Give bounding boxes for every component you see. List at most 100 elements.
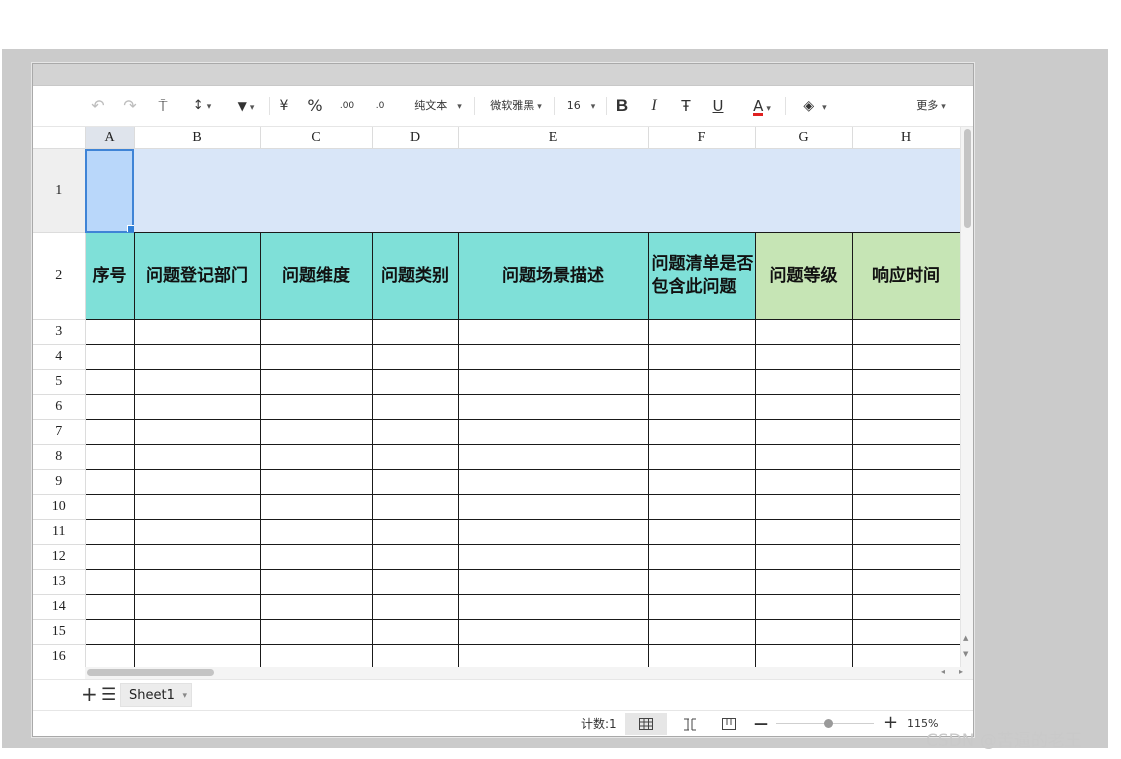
cell[interactable] — [754, 594, 853, 620]
header-cell[interactable]: 问题场景描述 — [457, 232, 649, 320]
decrease-decimal-button[interactable]: .0 — [369, 97, 391, 115]
cell[interactable] — [259, 644, 373, 667]
header-cell[interactable]: 响应时间 — [851, 232, 960, 320]
currency-format-button[interactable]: ¥ — [276, 97, 292, 115]
cell[interactable] — [851, 344, 960, 370]
cell[interactable] — [134, 148, 260, 233]
cell[interactable] — [371, 469, 459, 495]
cell[interactable] — [259, 519, 373, 545]
row-header[interactable]: 4 — [33, 344, 86, 370]
cell[interactable] — [133, 469, 261, 495]
vertical-scroll-thumb[interactable] — [964, 129, 971, 228]
cell[interactable] — [84, 319, 135, 345]
cell[interactable] — [371, 519, 459, 545]
cell[interactable] — [259, 394, 373, 420]
cell[interactable] — [84, 419, 135, 445]
cell[interactable] — [754, 569, 853, 595]
cell[interactable] — [754, 444, 853, 470]
row-header[interactable]: 13 — [33, 569, 86, 595]
cell[interactable] — [133, 369, 261, 395]
cell[interactable] — [851, 544, 960, 570]
horizontal-scrollbar[interactable]: ◂ ▸ — [85, 667, 973, 679]
cell[interactable] — [755, 148, 852, 233]
cell[interactable] — [647, 544, 756, 570]
cell[interactable] — [457, 344, 649, 370]
number-format-dropdown[interactable]: 纯文本 ▾ — [407, 97, 469, 115]
select-all-corner[interactable] — [33, 127, 86, 149]
header-cell[interactable]: 问题类别 — [371, 232, 459, 320]
filter-dropdown[interactable]: ▼ ▾ — [228, 97, 264, 115]
cell[interactable] — [647, 594, 756, 620]
cell[interactable] — [84, 369, 135, 395]
cell[interactable] — [647, 369, 756, 395]
row-header[interactable]: 11 — [33, 519, 86, 545]
cell[interactable] — [851, 419, 960, 445]
cell[interactable] — [133, 519, 261, 545]
cell[interactable] — [371, 494, 459, 520]
cell[interactable] — [259, 619, 373, 645]
sheet-tab[interactable]: Sheet1 ▾ — [120, 683, 192, 707]
fill-handle[interactable] — [127, 225, 134, 233]
cell[interactable] — [84, 544, 135, 570]
add-sheet-button[interactable]: + — [81, 684, 98, 704]
font-color-dropdown[interactable]: A ▾ — [744, 97, 780, 116]
cell[interactable] — [851, 519, 960, 545]
cell[interactable] — [259, 569, 373, 595]
cell[interactable] — [371, 394, 459, 420]
cell[interactable] — [371, 544, 459, 570]
column-header-f[interactable]: F — [648, 127, 756, 149]
cell[interactable] — [647, 419, 756, 445]
cell[interactable] — [133, 419, 261, 445]
row-header[interactable]: 3 — [33, 319, 86, 345]
zoom-in-button[interactable]: + — [883, 714, 898, 732]
cell[interactable] — [458, 148, 648, 233]
cell[interactable] — [457, 494, 649, 520]
cell[interactable] — [647, 344, 756, 370]
cell[interactable] — [259, 469, 373, 495]
cell[interactable] — [457, 544, 649, 570]
cell[interactable] — [259, 419, 373, 445]
cell[interactable] — [851, 369, 960, 395]
cell[interactable] — [133, 569, 261, 595]
cell[interactable] — [84, 619, 135, 645]
cell[interactable] — [371, 319, 459, 345]
italic-button[interactable]: I — [646, 97, 662, 115]
scroll-up-icon[interactable]: ▲ — [963, 634, 968, 642]
cell[interactable] — [133, 619, 261, 645]
cell[interactable] — [851, 644, 960, 667]
normal-view-button[interactable] — [625, 713, 667, 735]
cell[interactable] — [754, 419, 853, 445]
bold-button[interactable]: B — [614, 97, 630, 115]
cell[interactable] — [259, 344, 373, 370]
fill-color-dropdown[interactable]: ◈ ▾ — [796, 97, 834, 115]
cell[interactable] — [371, 619, 459, 645]
cell[interactable] — [754, 344, 853, 370]
cell[interactable] — [133, 394, 261, 420]
cell[interactable] — [84, 394, 135, 420]
underline-button[interactable]: U — [710, 97, 726, 115]
row-header[interactable]: 14 — [33, 594, 86, 620]
cell[interactable] — [84, 344, 135, 370]
column-header-c[interactable]: C — [260, 127, 373, 149]
font-size-dropdown[interactable]: 16 ▾ — [560, 97, 602, 115]
cell[interactable] — [852, 148, 960, 233]
cell[interactable] — [457, 619, 649, 645]
cell[interactable] — [647, 519, 756, 545]
cell[interactable] — [133, 494, 261, 520]
header-cell[interactable]: 问题清单是否包含此问题 — [647, 232, 756, 320]
cell[interactable] — [84, 569, 135, 595]
cell[interactable] — [133, 644, 261, 667]
horizontal-scroll-thumb[interactable] — [87, 669, 214, 676]
cell[interactable] — [133, 544, 261, 570]
row-header[interactable]: 7 — [33, 419, 86, 445]
cell[interactable] — [754, 469, 853, 495]
cell[interactable] — [84, 444, 135, 470]
cell[interactable] — [647, 444, 756, 470]
scroll-left-icon[interactable]: ◂ — [941, 667, 945, 676]
redo-button[interactable]: ↷ — [122, 97, 138, 115]
increase-decimal-button[interactable]: .00 — [336, 97, 358, 115]
cell[interactable] — [84, 494, 135, 520]
header-cell[interactable]: 问题登记部门 — [133, 232, 261, 320]
cell[interactable] — [133, 344, 261, 370]
cell[interactable] — [259, 369, 373, 395]
